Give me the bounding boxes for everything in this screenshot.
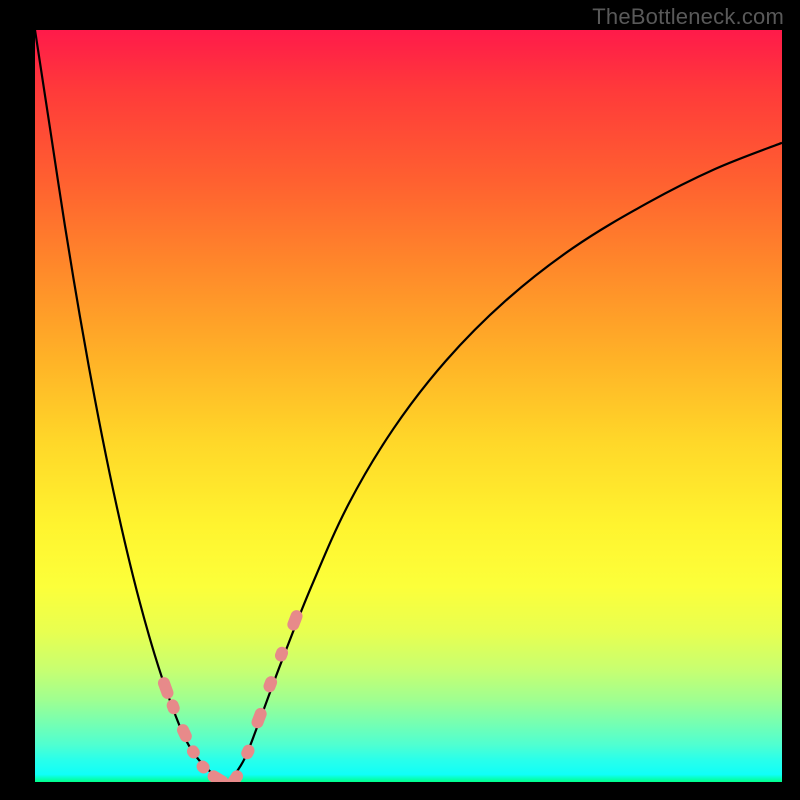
marker-point [156,675,175,700]
marker-point [250,706,269,730]
marker-point [165,698,181,716]
marker-point [185,743,203,761]
chart-frame: TheBottleneck.com [0,0,800,800]
marker-group [156,608,304,782]
series-left-branch [35,30,229,782]
marker-point [239,743,256,762]
series-right-branch [229,143,782,782]
watermark-text: TheBottleneck.com [592,4,784,30]
marker-point [175,722,194,744]
marker-point [225,768,245,782]
chart-svg [35,30,782,782]
